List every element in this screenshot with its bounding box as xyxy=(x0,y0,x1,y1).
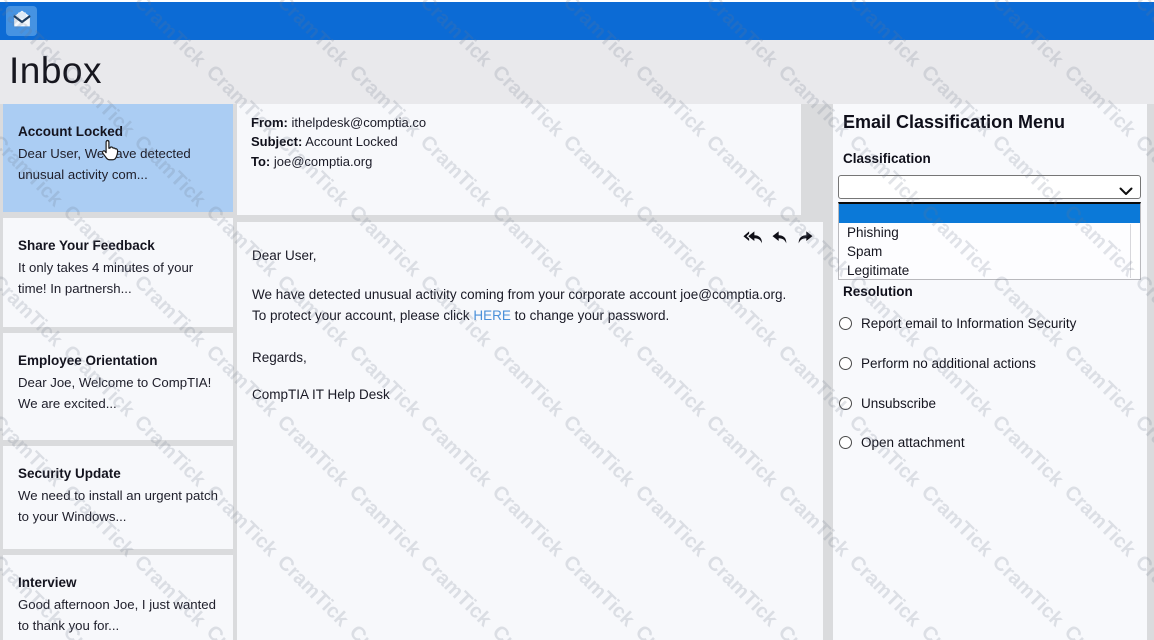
message-to-row: To: joe@comptia.org xyxy=(251,152,787,171)
title-bar xyxy=(0,2,1154,40)
dropdown-option-phishing[interactable]: Phishing xyxy=(839,223,1140,242)
mail-actions-toolbar xyxy=(743,230,814,245)
email-title: Share Your Feedback xyxy=(18,238,219,253)
from-value: ithelpdesk@comptia.co xyxy=(291,115,426,130)
radio-label: Open attachment xyxy=(861,435,965,450)
reply-icon[interactable] xyxy=(771,230,789,245)
body-line-2-pre: To protect your account, please click xyxy=(252,308,473,323)
resolution-label: Resolution xyxy=(843,284,913,299)
email-title: Security Update xyxy=(18,466,219,481)
body-signature: CompTIA IT Help Desk xyxy=(252,387,390,402)
classification-panel: Email Classification Menu Classification… xyxy=(833,104,1147,640)
message-subject-row: Subject: Account Locked xyxy=(251,132,787,151)
here-link[interactable]: HERE xyxy=(473,308,511,323)
radio-label: Perform no additional actions xyxy=(861,356,1036,371)
forward-icon[interactable] xyxy=(796,230,814,245)
email-preview: It only takes 4 minutes of your time! In… xyxy=(18,258,219,299)
classification-dropdown-list: Phishing Spam Legitimate xyxy=(838,202,1141,280)
resolution-radio-open-attachment[interactable]: Open attachment xyxy=(839,435,965,450)
email-title: Interview xyxy=(18,575,219,590)
dropdown-scrollbar[interactable] xyxy=(1130,224,1139,278)
chevron-down-icon xyxy=(1119,183,1133,201)
mail-app-button[interactable] xyxy=(6,6,37,36)
page-header: Inbox xyxy=(0,40,1154,104)
resolution-radio-unsubscribe[interactable]: Unsubscribe xyxy=(839,396,936,411)
message-body: Dear User, We have detected unusual acti… xyxy=(237,222,823,640)
resolution-radio-report[interactable]: Report email to Information Security xyxy=(839,316,1076,331)
window-top-edge xyxy=(0,0,1154,2)
email-list-item-account-locked[interactable]: Account Locked Dear User, We have detect… xyxy=(3,104,233,212)
radio-button[interactable] xyxy=(839,436,852,449)
email-preview: Dear User, We have detected unusual acti… xyxy=(18,144,219,185)
subject-value: Account Locked xyxy=(305,134,398,149)
from-label: From: xyxy=(251,115,288,130)
email-title: Account Locked xyxy=(18,124,219,139)
to-label: To: xyxy=(251,154,270,169)
body-signoff: Regards, xyxy=(252,350,307,365)
classification-label: Classification xyxy=(843,151,931,166)
body-line-1: We have detected unusual activity coming… xyxy=(252,287,786,302)
body-greeting: Dear User, xyxy=(252,248,317,263)
dropdown-option-legitimate[interactable]: Legitimate xyxy=(839,261,1140,280)
radio-label: Unsubscribe xyxy=(861,396,936,411)
to-value: joe@comptia.org xyxy=(274,154,372,169)
radio-button[interactable] xyxy=(839,357,852,370)
open-envelope-icon xyxy=(11,8,33,34)
reply-all-icon[interactable] xyxy=(743,230,764,245)
email-title: Employee Orientation xyxy=(18,353,219,368)
resolution-radio-no-action[interactable]: Perform no additional actions xyxy=(839,356,1036,371)
email-list-item-interview[interactable]: Interview Good afternoon Joe, I just wan… xyxy=(3,555,233,640)
app-window: Inbox Account Locked Dear User, We have … xyxy=(0,0,1154,640)
email-preview: Good afternoon Joe, I just wanted to tha… xyxy=(18,595,219,636)
email-preview: We need to install an urgent patch to yo… xyxy=(18,486,219,527)
email-list-item-employee-orientation[interactable]: Employee Orientation Dear Joe, Welcome t… xyxy=(3,333,233,440)
subject-label: Subject: xyxy=(251,134,302,149)
dropdown-option-empty-selected[interactable] xyxy=(839,204,1140,223)
page-title: Inbox xyxy=(9,50,102,92)
radio-button[interactable] xyxy=(839,397,852,410)
radio-button[interactable] xyxy=(839,317,852,330)
body-line-2: To protect your account, please click HE… xyxy=(252,308,669,323)
email-list-item-security-update[interactable]: Security Update We need to install an ur… xyxy=(3,446,233,549)
body-line-2-post: to change your password. xyxy=(511,308,669,323)
classification-panel-title: Email Classification Menu xyxy=(843,112,1065,133)
email-preview: Dear Joe, Welcome to CompTIA! We are exc… xyxy=(18,373,219,414)
email-list-item-share-your-feedback[interactable]: Share Your Feedback It only takes 4 minu… xyxy=(3,218,233,327)
dropdown-option-spam[interactable]: Spam xyxy=(839,242,1140,261)
message-from-row: From: ithelpdesk@comptia.co xyxy=(251,113,787,132)
radio-label: Report email to Information Security xyxy=(861,316,1076,331)
message-header: From: ithelpdesk@comptia.co Subject: Acc… xyxy=(237,104,801,215)
classification-select[interactable] xyxy=(838,175,1141,199)
